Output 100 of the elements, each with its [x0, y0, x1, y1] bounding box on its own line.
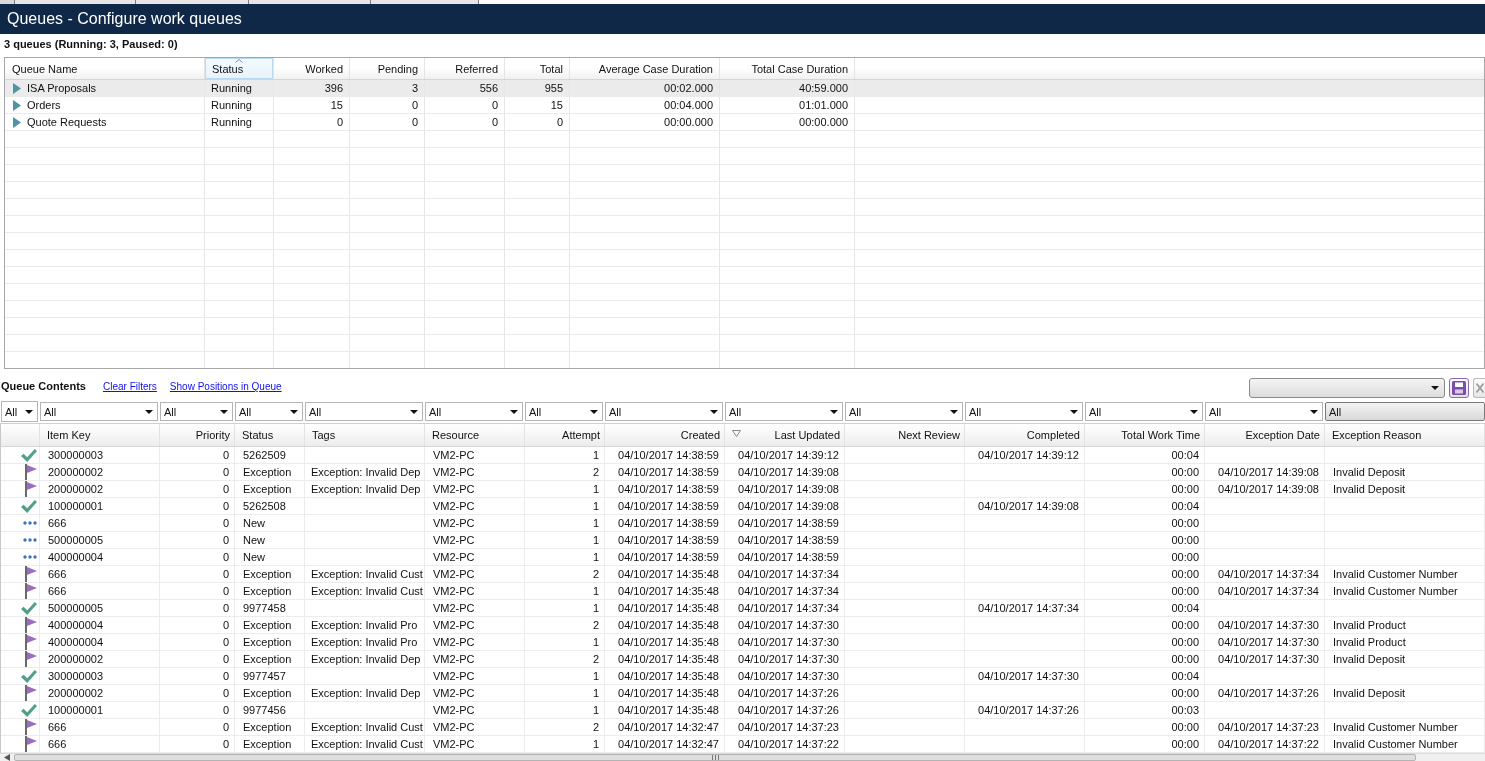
text-link[interactable]: Show Positions in Queue: [169, 381, 282, 392]
column-header[interactable]: Next Review: [845, 424, 965, 446]
caret-icon: [830, 409, 838, 414]
filter-dropdown[interactable]: All: [965, 402, 1083, 421]
save-button[interactable]: [1449, 378, 1469, 398]
caret-icon: [25, 409, 33, 414]
table-cell: VM2-PC: [425, 498, 525, 514]
table-cell: 9977456: [235, 702, 305, 718]
filter-dropdown[interactable]: All: [235, 402, 303, 421]
table-cell: 5262508: [235, 498, 305, 514]
table-cell: 04/10/2017 14:37:34: [725, 600, 845, 616]
queue-row[interactable]: Orders Running 15 0 0 15 00:04.000 01:01.000: [5, 97, 1484, 114]
table-cell: 04/10/2017 14:38:59: [725, 549, 845, 565]
flag-icon: [25, 634, 37, 650]
table-cell: 04/10/2017 14:37:30: [1205, 634, 1325, 650]
table-cell: 0: [505, 114, 570, 130]
caret-icon: [590, 409, 598, 414]
table-cell: 00:00: [1085, 685, 1205, 701]
queue-row[interactable]: Quote Requests Running 0 0 0 0 00:00.000 00:00.000: [5, 114, 1484, 131]
table-cell: 04/10/2017 14:39:08: [965, 498, 1085, 514]
table-cell: 0: [160, 515, 235, 531]
column-header[interactable]: Pending: [350, 58, 425, 79]
filter-dropdown[interactable]: All: [1, 401, 38, 422]
table-cell: Running: [205, 80, 274, 96]
table-cell: VM2-PC: [425, 719, 525, 735]
filter-dropdown[interactable]: All: [725, 402, 843, 421]
column-header[interactable]: Resource: [425, 424, 525, 446]
table-cell: 04/10/2017 14:37:23: [725, 719, 845, 735]
column-header[interactable]: Total Case Duration: [720, 58, 855, 79]
table-cell: 04/10/2017 14:38:59: [605, 515, 725, 531]
table-cell: New: [235, 515, 305, 531]
filter-dropdown[interactable]: All: [1205, 402, 1323, 421]
table-cell: 0: [160, 447, 235, 463]
table-cell: 04/10/2017 14:38:59: [605, 549, 725, 565]
column-header[interactable]: Status: [235, 424, 305, 446]
column-header[interactable]: Worked: [274, 58, 350, 79]
horizontal-scrollbar[interactable]: [0, 753, 1485, 761]
flag-icon: [25, 719, 37, 735]
filter-dropdown[interactable]: All: [1085, 402, 1203, 421]
table-cell: New: [235, 532, 305, 548]
table-cell: 5262509: [235, 447, 305, 463]
table-cell: Exception: [235, 481, 305, 497]
table-cell: 955: [505, 80, 570, 96]
column-header[interactable]: Tags: [305, 424, 425, 446]
column-header[interactable]: Completed: [965, 424, 1085, 446]
column-header[interactable]: Status: [205, 58, 274, 79]
table-cell: 9977457: [235, 668, 305, 684]
expand-icon[interactable]: [13, 82, 21, 94]
table-cell: Running: [205, 97, 274, 113]
filter-dropdown[interactable]: All: [160, 402, 233, 421]
filter-dropdown[interactable]: All: [305, 402, 423, 421]
table-cell: VM2-PC: [425, 464, 525, 480]
sort-ascending-icon: [235, 59, 243, 63]
table-cell: 00:00.000: [570, 114, 720, 130]
filter-dropdown[interactable]: All: [425, 402, 523, 421]
table-cell: 00:03: [1085, 702, 1205, 718]
table-cell: 200000002: [40, 464, 160, 480]
table-cell: Exception: [235, 651, 305, 667]
column-header[interactable]: Created: [605, 424, 725, 446]
flag-icon: [25, 464, 37, 480]
table-cell: 1: [525, 481, 605, 497]
column-header[interactable]: Total Work Time: [1085, 424, 1205, 446]
caret-icon: [145, 409, 153, 414]
table-cell: 0: [160, 583, 235, 599]
column-header[interactable]: Last Updated: [725, 424, 845, 446]
text-link[interactable]: Clear Filters: [102, 381, 157, 392]
column-header[interactable]: Item Key: [40, 424, 160, 446]
table-cell: Invalid Deposit: [1325, 685, 1485, 701]
scrollbar-thumb[interactable]: [14, 754, 1416, 761]
column-header[interactable]: Average Case Duration: [570, 58, 720, 79]
table-cell: 00:04.000: [570, 97, 720, 113]
expand-icon[interactable]: [13, 99, 21, 111]
column-header[interactable]: Exception Date: [1205, 424, 1325, 446]
expand-icon[interactable]: [13, 116, 21, 128]
table-cell: 1: [525, 447, 605, 463]
scroll-left-icon[interactable]: [4, 754, 10, 761]
table-cell: Exception: Invalid Pro: [305, 617, 425, 633]
table-cell: 04/10/2017 14:37:26: [1205, 685, 1325, 701]
flag-icon: [25, 566, 37, 582]
table-cell: VM2-PC: [425, 736, 525, 752]
queue-name: Orders: [27, 99, 61, 111]
view-dropdown[interactable]: [1249, 378, 1445, 398]
queue-row[interactable]: ISA Proposals Running 396 3 556 955 00:02.000 40:59.000: [5, 80, 1484, 97]
filter-dropdown[interactable]: All: [605, 402, 723, 421]
caret-icon: [220, 409, 228, 414]
table-cell: Exception: [235, 617, 305, 633]
caret-icon: [290, 409, 298, 414]
column-header[interactable]: Total: [505, 58, 570, 79]
table-cell: 0: [160, 617, 235, 633]
column-header[interactable]: Referred: [425, 58, 505, 79]
column-header[interactable]: Priority: [160, 424, 235, 446]
column-header[interactable]: Attempt: [525, 424, 605, 446]
close-button[interactable]: [1473, 378, 1485, 398]
filter-dropdown[interactable]: All: [525, 402, 603, 421]
table-cell: Exception: [235, 685, 305, 701]
caret-icon: [1310, 409, 1318, 414]
filter-dropdown[interactable]: All: [1325, 402, 1485, 421]
filter-dropdown[interactable]: All: [845, 402, 963, 421]
filter-dropdown[interactable]: All: [40, 402, 158, 421]
column-header[interactable]: Exception Reason: [1325, 424, 1485, 446]
